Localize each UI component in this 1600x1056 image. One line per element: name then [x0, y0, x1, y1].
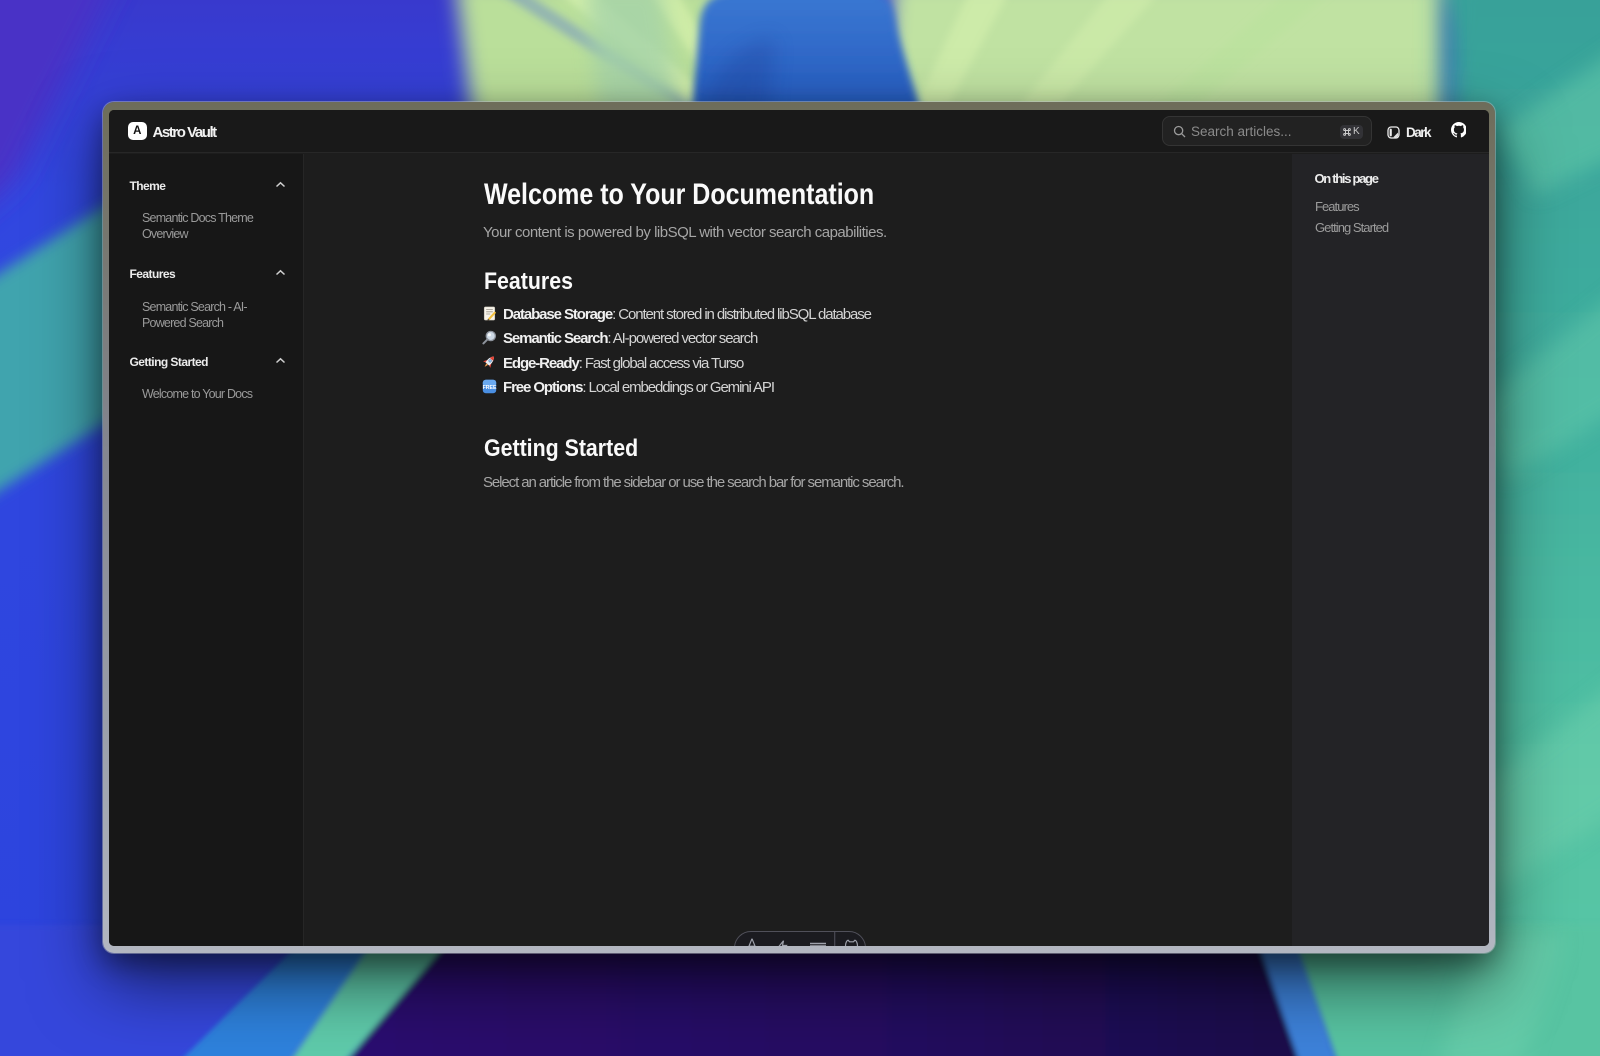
svg-text:FREE: FREE: [483, 384, 497, 390]
